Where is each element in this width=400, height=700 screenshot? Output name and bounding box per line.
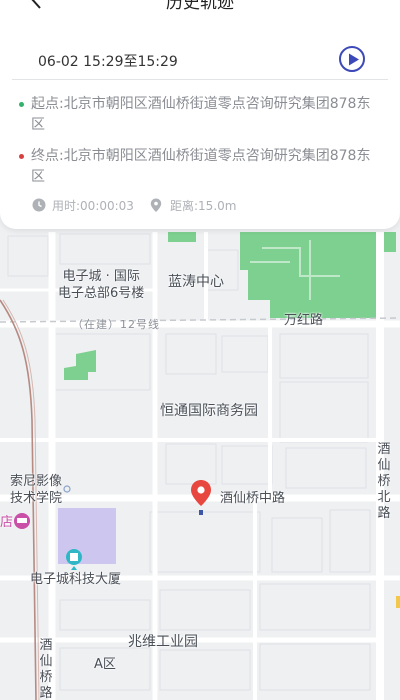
map-label-a-zone: A区 [94,657,116,672]
clock-icon [32,198,46,212]
start-address-text: 北京市朝阳区酒仙桥街道零点咨询研究集团878东区 [31,96,371,133]
end-dot-icon [19,154,24,159]
map-label-jiuxianqiao-beilu: 酒仙桥北路 [377,442,391,521]
date-range-row: 06-02 15:29至15:29 [12,40,388,80]
header-bar: 历史轨迹 [0,0,400,16]
map-label-dianzicheng: 电子城 · 国际 电子总部6号楼 [58,268,144,302]
map-label-rail-line: （在建）12号线 [72,318,160,331]
distance-text: 距离:15.0m [170,199,237,213]
location-marker-icon[interactable] [190,479,212,519]
map-label-line: 电子总部6号楼 [58,286,145,301]
map-label-jiuxianqiao-zhonglu: 酒仙桥中路 [220,491,286,506]
start-dot-icon [19,102,24,107]
map-label-lantao: 蓝涛中心 [168,274,224,290]
map-label-hotel: 店 [0,515,14,530]
map-label-line: 索尼影像 [10,474,63,489]
map-label-line: 技术学院 [10,491,63,506]
end-label: 终点: [31,148,64,164]
map-label-zhaowei: 兆维工业园 [128,634,198,650]
map-label-sony: 索尼影像 技术学院 [10,473,62,507]
map-label-hengtong: 恒通国际商务园 [160,403,258,419]
map-label-dianzi-tech: 电子城科技大厦 [30,572,122,587]
page-title: 历史轨迹 [166,0,234,13]
duration-text: 用时:00:00:03 [52,199,134,213]
play-button[interactable] [339,46,365,72]
end-address-text: 北京市朝阳区酒仙桥街道零点咨询研究集团878东区 [31,148,371,185]
play-icon [349,53,359,66]
date-range-text: 06-02 15:29至15:29 [38,54,178,70]
location-pin-icon [150,198,162,212]
start-label: 起点: [31,96,64,112]
trip-detail-panel: 历史轨迹 06-02 15:29至15:29 起点:北京市朝阳区酒仙桥街道零点咨… [0,0,400,229]
end-address: 终点:北京市朝阳区酒仙桥街道零点咨询研究集团878东区 [19,146,371,188]
start-address: 起点:北京市朝阳区酒仙桥街道零点咨询研究集团878东区 [19,94,371,136]
map-label-jiuxianqiao-road: 酒仙桥路 [39,638,53,700]
map-label-line: 电子城 · 国际 [62,269,140,284]
map-label-wanhong-road: 万红路 [284,313,324,328]
